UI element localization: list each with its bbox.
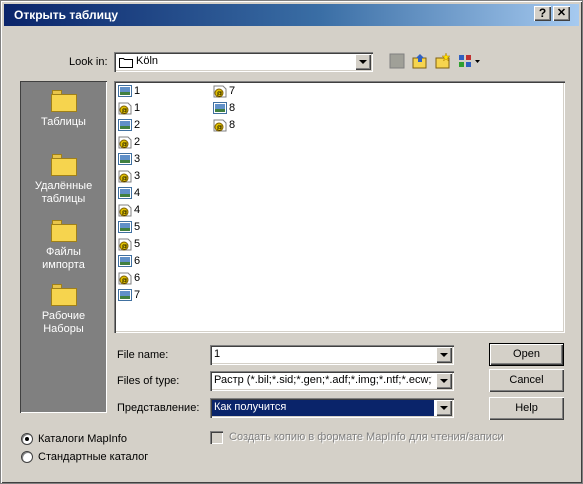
raster-image-icon [118, 221, 132, 233]
help-title-button[interactable]: ? [534, 6, 551, 21]
view-menu-button[interactable] [458, 53, 484, 71]
place-tables[interactable]: Таблицы [20, 90, 107, 129]
chevron-down-icon[interactable] [436, 400, 452, 416]
raster-image-icon [213, 102, 227, 114]
place-workspaces[interactable]: Рабочие Наборы [20, 284, 107, 336]
raster-image-icon [118, 289, 132, 301]
cancel-button[interactable]: Cancel [489, 369, 564, 392]
new-folder-icon [435, 52, 451, 69]
radio-mapinfo-dirs-label: Каталоги MapInfo [38, 433, 127, 445]
svg-text:@: @ [217, 126, 223, 132]
workspace-icon: @ [118, 136, 132, 149]
workspace-icon: @ [118, 204, 132, 217]
workspace-icon: @ [118, 102, 132, 115]
back-icon [389, 53, 405, 69]
raster-image-icon [118, 255, 132, 267]
place-label: Рабочие Наборы [41, 310, 86, 335]
svg-text:@: @ [217, 92, 223, 98]
filename-value: 1 [214, 348, 221, 360]
place-remote-tables[interactable]: Удалённые таблицы [20, 154, 107, 206]
help-button[interactable]: Help [489, 397, 564, 420]
svg-text:@: @ [122, 109, 128, 115]
workspace-icon: @ [118, 238, 132, 251]
filetype-combo[interactable]: Растр (*.bil;*.sid;*.gen;*.adf;*.img;*.n… [210, 371, 454, 391]
folder-icon [50, 284, 77, 306]
filetype-value: Растр (*.bil;*.sid;*.gen;*.adf;*.img;*.n… [214, 374, 432, 386]
raster-image-icon [118, 153, 132, 165]
filetype-label: Files of type: [117, 375, 180, 387]
workspace-icon: @ [118, 170, 132, 183]
folder-icon [50, 154, 77, 176]
copy-checkbox-label: Создать копию в формате MapInfo для чтен… [229, 431, 504, 443]
up-folder-icon [412, 54, 427, 69]
open-button[interactable]: Open [489, 343, 564, 366]
look-in-combo[interactable]: Köln [114, 52, 373, 72]
close-button[interactable]: ✕ [553, 6, 570, 21]
up-folder-button[interactable] [412, 53, 432, 71]
folder-icon [50, 90, 77, 112]
places-bar: Таблицы Удалённые таблицы Файлы импорта … [20, 81, 107, 413]
view-label: Представление: [117, 402, 200, 414]
view-combo[interactable]: Как получится [210, 398, 454, 418]
workspace-icon: @ [118, 272, 132, 285]
raster-image-icon [118, 119, 132, 131]
svg-text:@: @ [122, 143, 128, 149]
radio-mapinfo-dirs[interactable] [21, 433, 33, 445]
look-in-label: Look in: [69, 56, 108, 68]
open-table-dialog: Открыть таблицу ? ✕ Look in: Köln Таблиц… [0, 0, 583, 484]
back-button[interactable] [389, 53, 409, 71]
folder-icon [50, 220, 77, 242]
raster-image-icon [118, 85, 132, 97]
chevron-down-icon[interactable] [436, 373, 452, 389]
place-import-files[interactable]: Файлы импорта [20, 220, 107, 272]
chevron-down-icon[interactable] [355, 54, 371, 70]
new-folder-button[interactable] [435, 52, 455, 71]
svg-text:@: @ [122, 211, 128, 217]
look-in-value: Köln [136, 55, 159, 67]
copy-checkbox[interactable] [210, 431, 223, 444]
raster-image-icon [118, 187, 132, 199]
place-label: Файлы импорта [42, 246, 85, 271]
view-list-icon [459, 55, 480, 67]
svg-text:@: @ [122, 245, 128, 251]
svg-text:@: @ [122, 177, 128, 183]
chevron-down-icon[interactable] [436, 347, 452, 363]
workspace-icon: @ [213, 85, 227, 98]
title-bar: Открыть таблицу [4, 4, 579, 26]
radio-standard-dirs[interactable] [21, 451, 33, 463]
folder-icon [119, 58, 133, 68]
place-label: Таблицы [41, 116, 86, 128]
radio-standard-dirs-label: Стандартные каталог [38, 451, 149, 463]
filename-combo[interactable]: 1 [210, 345, 454, 365]
window-title: Открыть таблицу [14, 8, 119, 22]
place-label: Удалённые таблицы [34, 180, 93, 205]
workspace-icon: @ [213, 119, 227, 132]
filename-label: File name: [117, 349, 169, 361]
file-list[interactable]: 1 @ 1 2 @ 2 3 @ 3 4 @ 4 5 @ 5 6 @ 6 7 @ … [114, 81, 565, 333]
svg-text:@: @ [122, 279, 128, 285]
view-value: Как получится [214, 401, 287, 413]
